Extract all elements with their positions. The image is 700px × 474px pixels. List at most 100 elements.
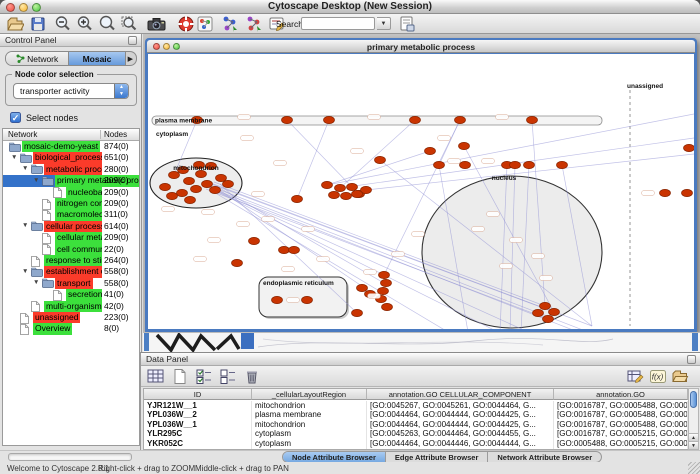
zoom-selected-region-icon[interactable] bbox=[120, 15, 138, 33]
tree-row[interactable]: ▼establishment of lo558(0) bbox=[3, 266, 140, 277]
tree-row[interactable]: macromolecule311(0) bbox=[3, 209, 140, 220]
expand-icon[interactable]: ▼ bbox=[33, 279, 39, 287]
table-row[interactable]: YJR121W__1mitochondrion[GO:0045267, GO:0… bbox=[144, 401, 689, 411]
import-attributes-icon[interactable] bbox=[671, 368, 689, 385]
scrollbar-thumb[interactable] bbox=[690, 391, 697, 408]
tree-col-network[interactable]: Network bbox=[8, 130, 37, 139]
network-node[interactable] bbox=[191, 185, 202, 192]
network-node[interactable] bbox=[684, 144, 695, 151]
table-scrollbar[interactable]: ▲ ▼ bbox=[688, 388, 699, 450]
expand-icon[interactable]: ▼ bbox=[33, 177, 39, 185]
network-node[interactable] bbox=[202, 180, 213, 187]
table-column-header[interactable]: ID bbox=[144, 389, 252, 400]
tree-row[interactable]: ▼cellular process614(0) bbox=[3, 221, 140, 232]
resize-grip[interactable] bbox=[688, 462, 700, 474]
expand-icon[interactable]: ▼ bbox=[22, 268, 28, 276]
tree-row[interactable]: ▼primary metabolic process209(0) bbox=[3, 175, 140, 186]
tree-row[interactable]: mosaic-demo-yeast874(0) bbox=[3, 141, 140, 152]
network-node[interactable] bbox=[322, 181, 333, 188]
network-node[interactable] bbox=[216, 174, 227, 181]
network-node[interactable] bbox=[169, 171, 180, 178]
network-node[interactable] bbox=[510, 161, 521, 168]
network-node[interactable] bbox=[682, 189, 693, 196]
float-panel-icon[interactable] bbox=[128, 36, 137, 45]
delete-attribute-icon[interactable] bbox=[243, 368, 261, 385]
tree-row[interactable]: ▼transport558(0) bbox=[3, 278, 140, 289]
expand-icon[interactable]: ▼ bbox=[22, 222, 28, 230]
network-node[interactable] bbox=[425, 147, 436, 154]
tree-row[interactable]: cell communicat22(0) bbox=[3, 244, 140, 255]
network-node[interactable] bbox=[549, 308, 560, 315]
network-node[interactable] bbox=[543, 315, 554, 322]
background-windows[interactable] bbox=[143, 332, 700, 352]
network-node[interactable] bbox=[185, 196, 196, 203]
search-dropdown-button[interactable]: ▼ bbox=[377, 17, 391, 30]
network-node[interactable] bbox=[382, 303, 393, 310]
network-node[interactable] bbox=[160, 183, 171, 190]
import-network-icon[interactable] bbox=[220, 15, 238, 33]
node-color-dropdown[interactable]: transporter activity ▲▼ bbox=[13, 83, 129, 99]
tab-mosaic[interactable]: Mosaic bbox=[68, 52, 126, 66]
network-window-titlebar[interactable]: primary metabolic process bbox=[147, 40, 695, 53]
tree-row[interactable]: nitrogen compo209(0) bbox=[3, 198, 140, 209]
network-node[interactable] bbox=[335, 184, 346, 191]
tree-row[interactable]: Overview8(0) bbox=[3, 323, 140, 334]
network-node[interactable] bbox=[279, 246, 290, 253]
tree-row[interactable]: response to stimulu264(0) bbox=[3, 255, 140, 266]
network-node[interactable] bbox=[381, 279, 392, 286]
float-data-panel-icon[interactable] bbox=[687, 355, 696, 364]
tree-row[interactable]: ▼biological_process651(0) bbox=[3, 152, 140, 163]
network-node[interactable] bbox=[352, 309, 363, 316]
scroll-up-icon[interactable]: ▲ bbox=[689, 433, 698, 441]
table-column-header[interactable]: _cellularLayoutRegion bbox=[252, 389, 367, 400]
network-node[interactable] bbox=[357, 284, 368, 291]
select-all-attributes-icon[interactable] bbox=[147, 368, 165, 385]
network-node[interactable] bbox=[223, 180, 234, 187]
network-node[interactable] bbox=[341, 192, 352, 199]
help-icon[interactable] bbox=[177, 15, 195, 33]
open-icon[interactable] bbox=[6, 15, 24, 33]
network-node[interactable] bbox=[524, 161, 535, 168]
network-node[interactable] bbox=[460, 161, 471, 168]
table-row[interactable]: YPL036W__1mitochondrion[GO:0044464, GO:0… bbox=[144, 420, 689, 430]
network-node[interactable] bbox=[533, 309, 544, 316]
network-node[interactable] bbox=[167, 192, 178, 199]
import-network-attributes-icon[interactable] bbox=[244, 15, 262, 33]
unselect-attributes-icon[interactable] bbox=[219, 368, 237, 385]
network-node[interactable] bbox=[379, 271, 390, 278]
table-column-header[interactable]: annotation.GO MOLECULAR_FUNCTION bbox=[554, 389, 688, 400]
network-node[interactable] bbox=[249, 237, 260, 244]
network-node[interactable] bbox=[302, 296, 313, 303]
network-node[interactable] bbox=[324, 116, 335, 123]
network-node[interactable] bbox=[272, 296, 283, 303]
network-node[interactable] bbox=[455, 116, 466, 123]
network-node[interactable] bbox=[289, 246, 300, 253]
network-node[interactable] bbox=[434, 161, 445, 168]
network-node[interactable] bbox=[292, 195, 303, 202]
tree-row[interactable]: nucleobase-209(0) bbox=[3, 187, 140, 198]
tree-row[interactable]: secretion41(0) bbox=[3, 289, 140, 300]
network-node[interactable] bbox=[410, 116, 421, 123]
expand-icon[interactable]: ▼ bbox=[11, 154, 17, 162]
network-node[interactable] bbox=[177, 189, 188, 196]
table-row[interactable]: YPL036W__2plasma membrane[GO:0044464, GO… bbox=[144, 410, 689, 420]
snapshot-icon[interactable] bbox=[147, 15, 165, 33]
zoom-in-icon[interactable] bbox=[76, 15, 94, 33]
network-node[interactable] bbox=[184, 177, 195, 184]
table-row[interactable]: YLR295Ccytoplasm[GO:0045263, GO:0044464,… bbox=[144, 429, 689, 439]
tab-scroll-right-icon[interactable]: ▶ bbox=[128, 56, 133, 63]
vizmapper-icon[interactable] bbox=[196, 15, 214, 33]
zoom-fit-icon[interactable] bbox=[98, 15, 116, 33]
network-node[interactable] bbox=[210, 186, 221, 193]
select-nodes-checkbox[interactable]: ✓ bbox=[10, 112, 21, 123]
network-node[interactable] bbox=[232, 259, 243, 266]
plugins-icon[interactable] bbox=[398, 15, 416, 33]
search-input[interactable] bbox=[301, 17, 375, 30]
attribute-batch-editor-icon[interactable] bbox=[627, 368, 645, 385]
network-node[interactable] bbox=[329, 191, 340, 198]
function-builder-icon[interactable]: f(x) bbox=[649, 368, 667, 385]
network-node[interactable] bbox=[540, 302, 551, 309]
network-node[interactable] bbox=[375, 156, 386, 163]
network-node[interactable] bbox=[557, 161, 568, 168]
network-node[interactable] bbox=[527, 116, 538, 123]
